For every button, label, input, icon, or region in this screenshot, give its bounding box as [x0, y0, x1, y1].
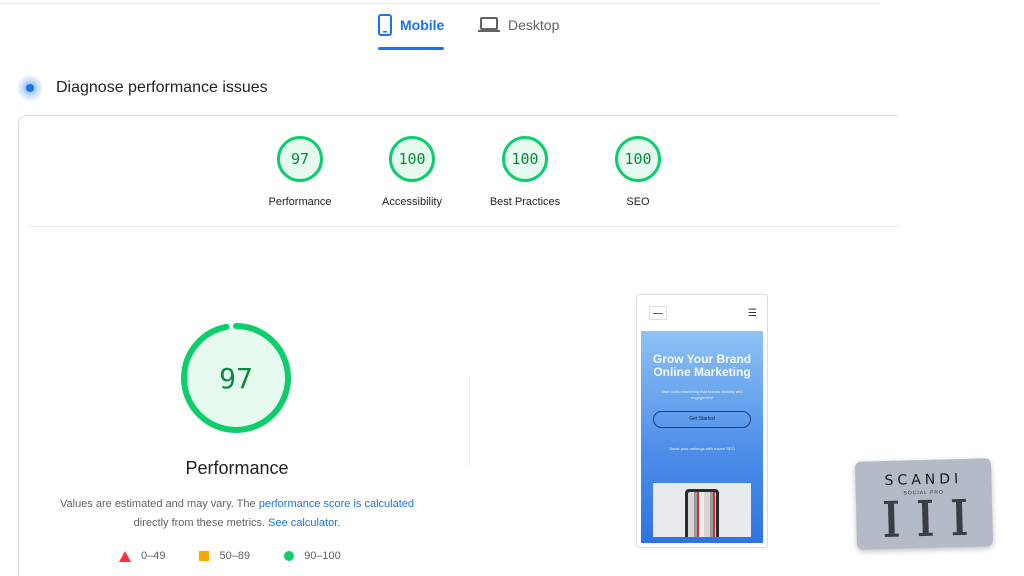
score-note: Values are estimated and may vary. The p… [49, 495, 425, 533]
circle-icon [284, 551, 295, 561]
gauge-seo[interactable]: 100 SEO [583, 136, 693, 208]
tab-desktop[interactable]: Desktop [478, 14, 559, 50]
legend-range: 90–100 [304, 550, 341, 562]
legend-range: 50–89 [219, 550, 251, 562]
gauge-performance[interactable]: 97 Performance [245, 136, 355, 208]
hamburger-icon: ☰ [748, 307, 757, 319]
performance-score: 97 [219, 361, 253, 395]
gauges-divider [29, 226, 899, 227]
report-card: 97 Performance 100 Accessibility 100 Bes… [18, 115, 899, 576]
see-calculator-link[interactable]: See calculator. [268, 517, 340, 529]
diagnose-dot-icon [18, 76, 42, 100]
performance-title: Performance [185, 458, 289, 478]
watermark-badge: SCANDI SOCIAL PRO [854, 458, 994, 550]
gauge-score: 100 [389, 136, 435, 182]
score-legend: 0–49 50–89 90–100 [119, 550, 375, 562]
score-calculated-link[interactable]: performance score is calculated [259, 498, 414, 510]
note-prefix: Values are estimated and may vary. The [59, 498, 259, 510]
preview-hero: Grow Your Brand Online Marketing Take it… [641, 331, 763, 543]
legend-range: 0–49 [141, 550, 166, 562]
triangle-icon [119, 550, 131, 562]
gauge-label: Best Practices [489, 196, 561, 208]
badge-sub: SOCIAL PRO [903, 489, 944, 497]
preview-logo [649, 306, 667, 320]
preview-navbar: ☰ [637, 295, 767, 331]
gauge-best-practices[interactable]: 100 Best Practices [470, 136, 580, 208]
phone-icon [378, 14, 392, 36]
preview-headline: Grow Your Brand Online Marketing [652, 352, 752, 379]
gauge-label: Accessibility [382, 196, 442, 208]
preview-cta-button: Get Started [653, 411, 751, 428]
diagnose-header: Diagnose performance issues [18, 76, 268, 100]
preview-subtext: Take it into marketing that boosts visib… [661, 389, 743, 400]
gauge-score: 100 [615, 136, 661, 182]
note-middle: directly from these metrics. [133, 517, 269, 529]
tab-desktop-label: Desktop [508, 17, 560, 33]
gauge-accessibility[interactable]: 100 Accessibility [357, 136, 467, 208]
preview-phone-image [653, 483, 751, 537]
preview-small-text: Boost your rankings with expert SEO [669, 446, 735, 451]
legend-pass: 90–100 [284, 550, 341, 562]
laptop-icon [478, 17, 500, 32]
gauge-label: Performance [268, 196, 332, 208]
legend-fail: 0–49 [119, 550, 165, 562]
badge-name: SCANDI [884, 470, 963, 490]
gauge-score: 100 [502, 136, 548, 182]
pillars-icon [883, 498, 967, 538]
page-screenshot-preview[interactable]: ☰ Grow Your Brand Online Marketing Take … [636, 294, 768, 548]
tab-mobile[interactable]: Mobile [378, 14, 445, 50]
legend-average: 50–89 [199, 550, 250, 562]
tab-mobile-label: Mobile [400, 17, 445, 33]
gauge-score: 97 [277, 136, 323, 182]
device-tabs: Mobile Desktop [0, 0, 880, 52]
gauge-label: SEO [626, 196, 650, 208]
vertical-divider [469, 376, 470, 466]
active-tab-indicator [378, 47, 445, 50]
section-title: Diagnose performance issues [56, 79, 268, 96]
category-gauges: 97 Performance 100 Accessibility 100 Bes… [19, 136, 899, 216]
square-icon [199, 551, 210, 561]
